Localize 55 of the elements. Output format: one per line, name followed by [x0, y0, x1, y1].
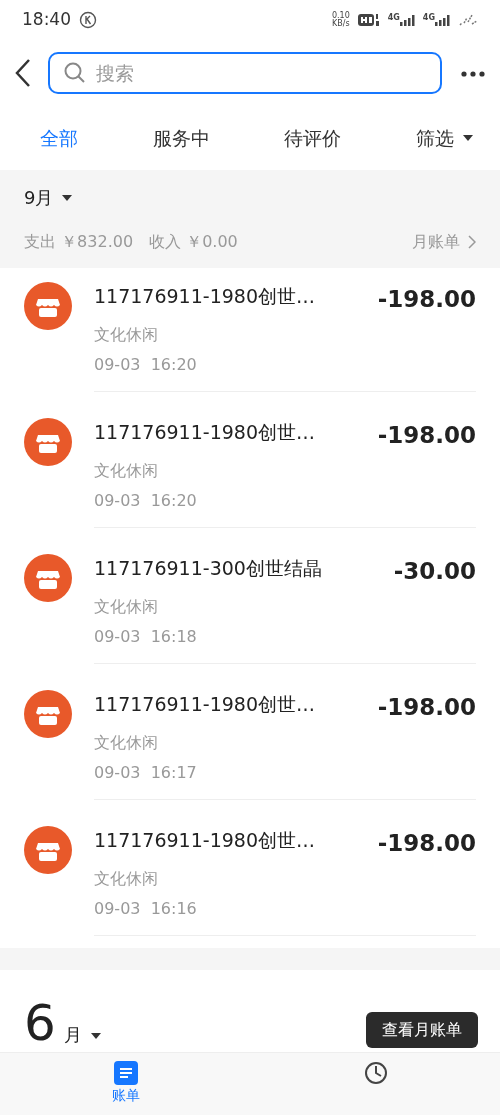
transaction-category: 文化休闲 [94, 323, 159, 346]
status-icon [79, 11, 97, 29]
filter-dropdown[interactable]: 筛选 [415, 123, 474, 153]
clock-time: 18:40 [22, 8, 71, 32]
caret-icon [89, 1032, 102, 1040]
transaction-title: 117176911-300创世结晶 [94, 556, 322, 581]
transaction-amount: -30.00 [393, 557, 476, 586]
shop-icon [24, 418, 72, 466]
speed-unit: KB/s [332, 20, 350, 28]
transaction-title: 117176911-1980创世… [94, 692, 315, 717]
shop-icon [24, 282, 72, 330]
transaction-time: 09-03 16:18 [94, 625, 198, 648]
hd-icon [357, 12, 380, 28]
search-field[interactable]: 搜索 [48, 52, 442, 94]
network-type: 4G [387, 14, 400, 22]
transaction-time: 09-03 16:17 [94, 761, 198, 784]
transaction-amount: -198.00 [377, 693, 476, 722]
transaction-time: 09-03 16:16 [94, 897, 198, 920]
shop-icon [24, 554, 72, 602]
network-speed: 0.10 [331, 12, 350, 20]
bill-icon[interactable] [114, 1061, 138, 1085]
back-button[interactable] [14, 58, 32, 88]
caret-icon [461, 134, 474, 142]
network-type: 4G [422, 14, 435, 22]
transaction-amount: -198.00 [377, 421, 476, 450]
chevron-right-icon [468, 235, 476, 249]
shop-icon [24, 826, 72, 874]
more-icon [460, 69, 486, 78]
transaction-time: 09-03 16:20 [94, 489, 198, 512]
search-icon [64, 62, 86, 84]
shop-icon [24, 690, 72, 738]
income-total: 收入 ￥0.00 [149, 231, 238, 253]
month-selector[interactable]: 6 月 [24, 998, 102, 1048]
clock-icon[interactable] [364, 1061, 388, 1085]
transaction-amount: -198.00 [377, 829, 476, 858]
nav-label[interactable]: 账单 [112, 1085, 140, 1106]
transaction-title: 117176911-1980创世… [94, 828, 315, 853]
tab[interactable]: 服务中 [152, 123, 210, 153]
transaction-category: 文化休闲 [94, 595, 159, 618]
caret-icon [61, 193, 74, 202]
transaction-time: 09-03 16:20 [94, 353, 198, 376]
expense-total: 支出 ￥832.00 [24, 231, 134, 253]
transaction-title: 117176911-1980创世… [94, 284, 315, 309]
view-monthly-bill-button[interactable]: 查看月账单 [366, 1012, 478, 1048]
transaction-category: 文化休闲 [94, 459, 159, 482]
transaction-amount: -198.00 [377, 285, 476, 314]
transaction-category: 文化休闲 [94, 867, 159, 890]
month-selector[interactable]: 9月 [24, 184, 74, 211]
signal-icon [399, 14, 415, 26]
transaction-title: 117176911-1980创世… [94, 420, 315, 445]
tab[interactable]: 待评价 [284, 123, 342, 153]
tab[interactable]: 全部 [40, 123, 78, 153]
signal-icon [435, 14, 450, 26]
wifi-icon [458, 13, 478, 27]
transaction-category: 文化休闲 [94, 731, 159, 754]
